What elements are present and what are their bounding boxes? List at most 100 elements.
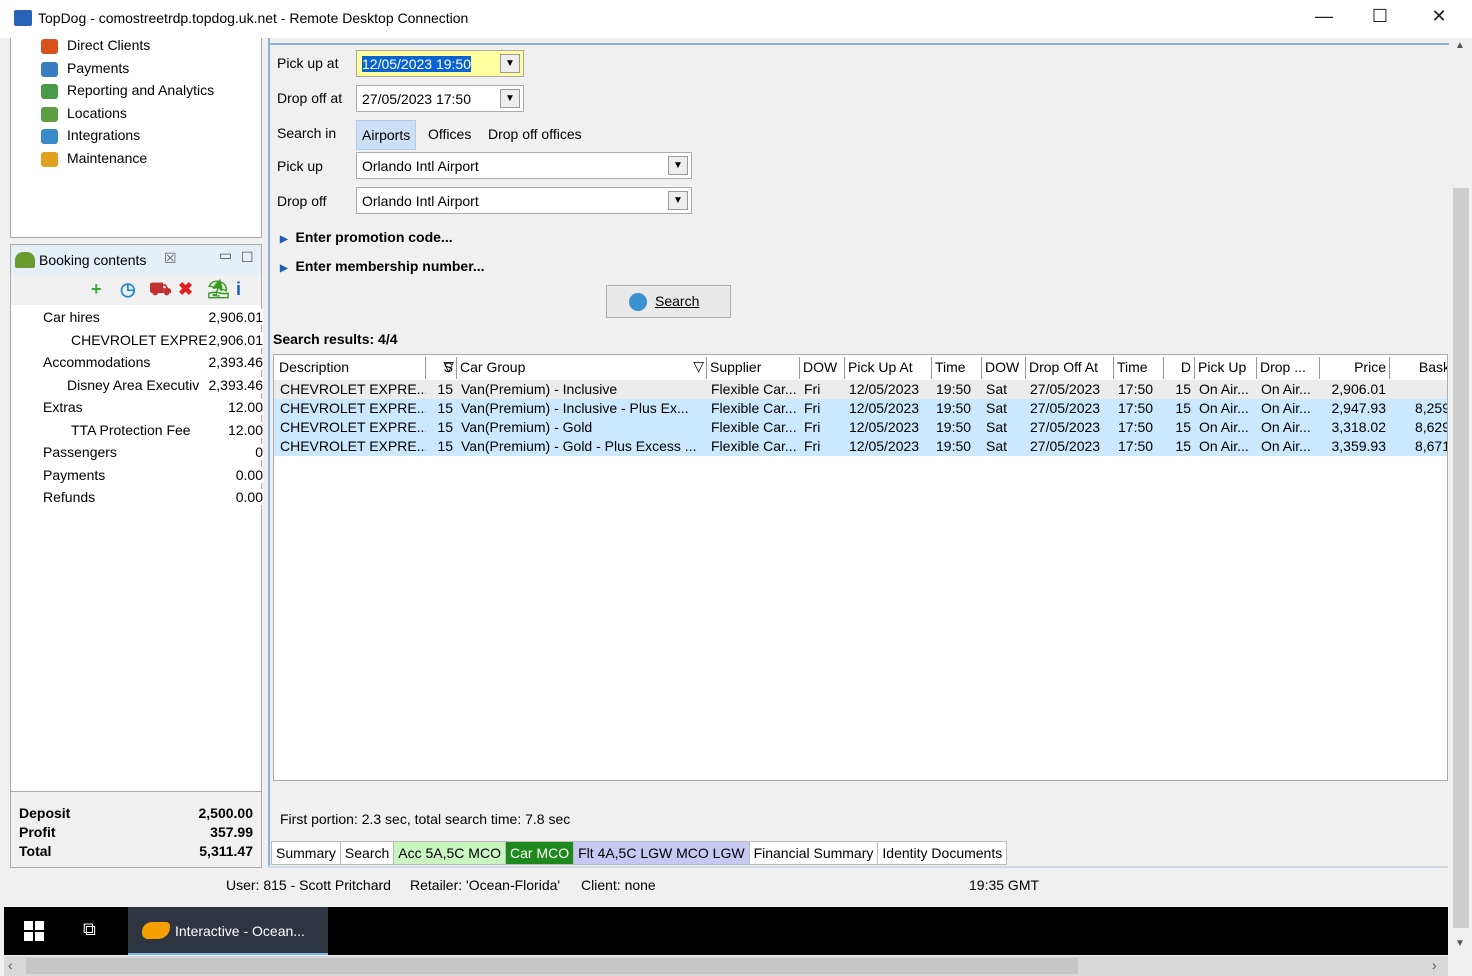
tab-identity-documents[interactable]: Identity Documents <box>877 841 1008 865</box>
column-header[interactable]: DOW <box>800 357 845 379</box>
membership-number-expander[interactable]: ▶ Enter membership number... <box>280 258 485 274</box>
search-in-airports[interactable]: Airports <box>356 120 417 150</box>
booking-row[interactable]: Payments 0.00 <box>17 465 263 487</box>
tab-acc-5a-5c-mco[interactable]: Acc 5A,5C MCO <box>393 841 506 865</box>
result-cell: CHEVROLET EXPRE... <box>280 438 426 454</box>
result-cell: Fri <box>804 400 821 416</box>
nav-item-label: Reporting and Analytics <box>67 82 215 98</box>
taskbar-app-interactive[interactable]: Interactive - Ocean... <box>128 907 328 955</box>
search-in-offices[interactable]: Offices <box>428 126 471 142</box>
result-row[interactable]: CHEVROLET EXPRE... 15 Van(Premium) - Inclu… <box>274 380 1447 399</box>
search-in-dropoff-offices[interactable]: Drop off offices <box>488 126 582 142</box>
column-header[interactable]: D <box>1164 357 1195 379</box>
island-icon <box>15 252 35 268</box>
nav-item[interactable]: Locations <box>41 105 127 122</box>
scroll-right-icon[interactable]: › <box>1432 957 1437 973</box>
vertical-scroll-thumb[interactable] <box>1453 188 1469 928</box>
close-button[interactable]: ✕ <box>1419 6 1459 32</box>
dropoff-location-select[interactable]: Orlando Intl Airport ▼ <box>356 187 692 214</box>
dropoff-at-field[interactable]: 27/05/2023 17:50 ▼ <box>356 85 524 112</box>
column-header[interactable]: DOW <box>982 357 1026 379</box>
minimize-button[interactable]: — <box>1304 6 1344 32</box>
pickup-location-select[interactable]: Orlando Intl Airport ▼ <box>356 152 692 179</box>
booking-row-label: CHEVROLET EXPRE <box>71 331 208 348</box>
delete-icon[interactable]: ✖ <box>178 279 193 300</box>
result-cell: Fri <box>804 381 821 397</box>
vertical-scrollbar[interactable]: ▲ ▼ <box>1449 38 1471 956</box>
column-header[interactable]: Description <box>276 357 426 379</box>
promotion-code-expander[interactable]: ▶ Enter promotion code... <box>280 229 453 245</box>
scroll-up-icon[interactable]: ▲ <box>1455 40 1465 51</box>
pickup-at-field[interactable]: 12/05/2023 19:50 ▼ <box>356 50 524 77</box>
task-view-icon[interactable]: ⧉ <box>83 919 96 940</box>
nav-item[interactable]: Integrations <box>41 127 140 144</box>
booking-row-label: Disney Area Executiv <box>67 376 200 393</box>
chevron-down-icon[interactable]: ▼ <box>668 156 688 175</box>
booking-row[interactable]: Accommodations 2,393.46 <box>17 352 263 374</box>
column-header[interactable]: Drop ... <box>1257 357 1320 379</box>
horizontal-scroll-thumb[interactable] <box>26 958 1078 974</box>
result-cell: CHEVROLET EXPRE... <box>280 419 426 435</box>
island-icon[interactable]: ⛱ <box>207 279 230 300</box>
minimize-panel-icon[interactable]: ▭ <box>219 247 232 264</box>
booking-row[interactable]: Car hires 2,906.01 <box>17 307 263 329</box>
column-header[interactable]: Time <box>1114 357 1164 379</box>
booking-row-value: 12.00 <box>225 399 263 415</box>
result-cell: 19:50 <box>936 438 972 454</box>
add-icon[interactable]: + <box>91 279 102 300</box>
result-cell: 15 <box>1175 438 1191 454</box>
chevron-down-icon[interactable]: ▼ <box>500 89 520 108</box>
nav-item[interactable]: Payments <box>41 60 129 77</box>
column-header[interactable]: Bask <box>1390 357 1447 379</box>
nav-item[interactable]: Direct Clients <box>41 37 150 54</box>
column-header[interactable]: Supplier <box>707 357 800 379</box>
column-header[interactable]: Pick Up <box>1195 357 1257 379</box>
booking-row[interactable]: Disney Area Executiv 2,393.46 <box>17 375 263 397</box>
booking-row[interactable]: Extras 12.00 <box>17 397 263 419</box>
result-cell: 15 <box>437 400 453 416</box>
info-icon[interactable]: i <box>236 279 241 300</box>
scroll-left-icon[interactable]: ‹ <box>8 957 13 973</box>
tab-search[interactable]: Search <box>339 841 395 865</box>
chevron-down-icon[interactable]: ▼ <box>668 191 688 210</box>
result-row[interactable]: CHEVROLET EXPRE... 15 Van(Premium) - Gold F… <box>274 418 1447 437</box>
tab-flt-4a-5c-lgw-mco-lgw[interactable]: Flt 4A,5C LGW MCO LGW <box>573 841 750 865</box>
column-header[interactable]: S ▽ <box>426 357 457 379</box>
tab-financial-summary[interactable]: Financial Summary <box>748 841 879 865</box>
column-header[interactable]: Drop Off At <box>1026 357 1114 379</box>
column-header[interactable]: Time <box>932 357 982 379</box>
column-header[interactable]: Price <box>1320 357 1390 379</box>
tab-summary[interactable]: Summary <box>271 841 341 865</box>
result-row[interactable]: CHEVROLET EXPRE... 15 Van(Premium) - Gold … <box>274 437 1447 456</box>
booking-row[interactable]: TTA Protection Fee 12.00 <box>17 420 263 442</box>
filter-icon[interactable]: ▽ <box>443 358 454 375</box>
chevron-down-icon[interactable]: ▼ <box>500 54 520 73</box>
booking-row-value: 2,906.01 <box>206 309 263 325</box>
column-header[interactable]: Car Group ▽ <box>457 357 707 379</box>
close-panel-icon[interactable]: ☒ <box>164 250 177 267</box>
booking-contents-header: Booking contents ☒ ▭ ☐ <box>11 245 261 275</box>
tab-car-mco[interactable]: Car MCO <box>504 841 575 865</box>
booking-row-label: Payments <box>43 466 106 483</box>
maximize-button[interactable]: ☐ <box>1360 6 1400 32</box>
result-cell: 12/05/2023 <box>849 400 920 416</box>
search-button[interactable]: Search <box>606 285 731 318</box>
booking-row[interactable]: CHEVROLET EXPRE 2,906.01 <box>17 330 263 352</box>
booking-row-value: 0.00 <box>233 466 263 483</box>
result-cell: 12/05/2023 <box>849 419 920 435</box>
clock-icon[interactable]: ◷ <box>120 279 136 300</box>
column-header-label: Time <box>1117 359 1148 375</box>
nav-item-label: Maintenance <box>67 149 148 166</box>
maximize-panel-icon[interactable]: ☐ <box>241 249 254 266</box>
nav-item[interactable]: Reporting and Analytics <box>41 82 215 99</box>
booking-row[interactable]: Passengers 0 <box>17 442 263 464</box>
booking-row[interactable]: Refunds 0.00 <box>17 487 263 509</box>
nav-item[interactable]: Maintenance <box>41 149 148 167</box>
windows-start-icon[interactable] <box>24 921 44 941</box>
result-row[interactable]: CHEVROLET EXPRE... 15 Van(Premium) - Inclu… <box>274 399 1447 418</box>
horizontal-scrollbar[interactable]: ‹ › <box>4 956 1448 976</box>
scroll-down-icon[interactable]: ▼ <box>1455 938 1465 949</box>
cart-icon[interactable]: ⛟ <box>149 279 172 303</box>
filter-icon[interactable]: ▽ <box>693 358 704 375</box>
column-header[interactable]: Pick Up At <box>845 357 932 379</box>
